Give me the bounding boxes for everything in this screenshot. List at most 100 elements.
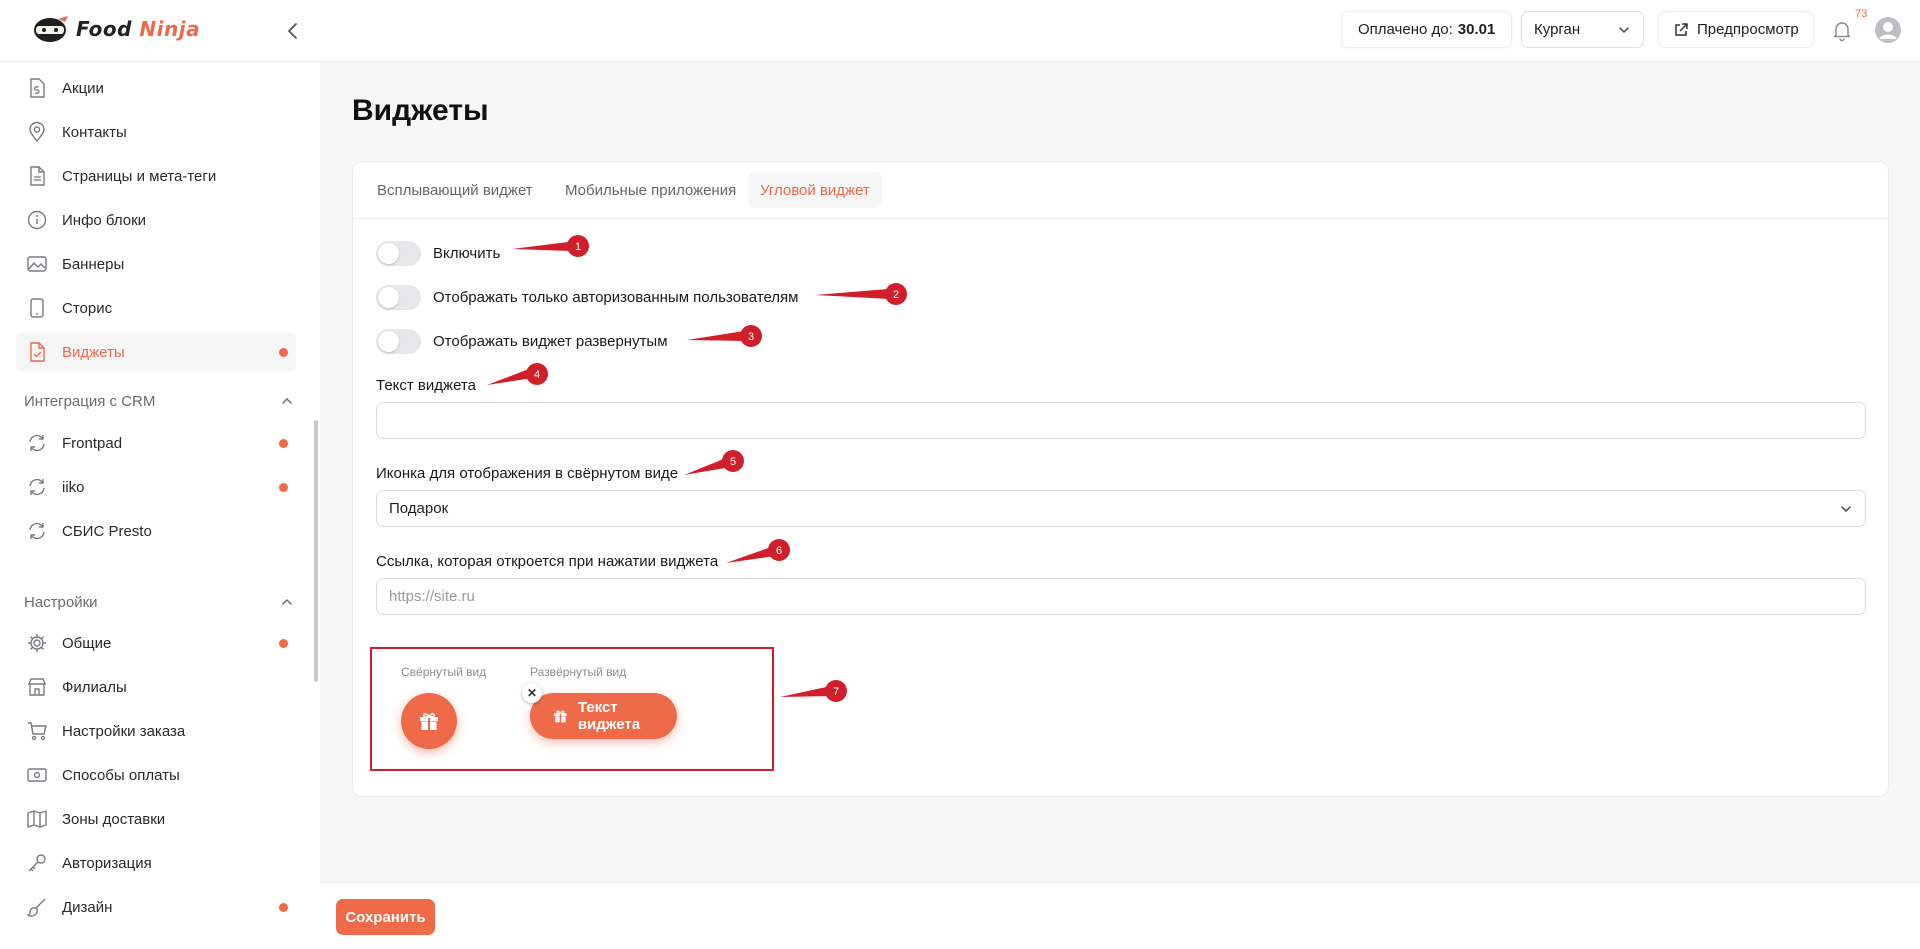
show-expanded-toggle[interactable]	[376, 329, 421, 354]
expanded-view-label: Развёрнутый вид	[530, 665, 627, 679]
sidebar-item-label: Филиалы	[62, 678, 127, 696]
sidebar-item-label: Способы оплаты	[62, 766, 180, 784]
sidebar-item-label: Общие	[62, 634, 112, 652]
sync-icon	[29, 434, 45, 452]
sidebar-scrollbar[interactable]	[314, 420, 318, 682]
avatar[interactable]	[1874, 16, 1902, 44]
tab-mobile-apps[interactable]: Мобильные приложения	[553, 172, 748, 208]
sidebar-item-widgets[interactable]: Виджеты	[16, 332, 296, 372]
notification-count-badge: 73	[1855, 8, 1868, 20]
sidebar-item-design[interactable]: Дизайн	[16, 887, 296, 927]
city-select[interactable]: Курган	[1521, 11, 1644, 48]
sync-icon	[29, 522, 45, 540]
sync-icon	[29, 478, 45, 496]
sidebar-item-order-settings[interactable]: Настройки заказа	[16, 711, 296, 751]
phone-icon	[30, 298, 44, 318]
sidebar-item-iiko[interactable]: iiko	[16, 467, 296, 507]
auth-only-toggle-label: Отображать только авторизованным пользов…	[433, 289, 799, 306]
info-icon	[27, 210, 47, 230]
sidebar-item-frontpad[interactable]: Frontpad	[16, 423, 296, 463]
document-icon	[30, 166, 45, 186]
crm-section-title: Интеграция с CRM	[24, 392, 156, 410]
widget-doc-icon	[30, 342, 45, 362]
chevron-down-icon	[1841, 505, 1851, 512]
logo[interactable]: Food Ninja	[30, 15, 200, 43]
expanded-widget-button[interactable]: Текст виджета	[530, 693, 677, 739]
store-icon	[27, 678, 47, 696]
sidebar-item-label: Инфо блоки	[62, 211, 147, 229]
status-dot	[279, 439, 288, 448]
auth-only-toggle[interactable]	[376, 285, 421, 310]
expanded-widget-text: Текст виджета	[577, 699, 641, 733]
tab-corner-widget[interactable]: Угловой виджет	[748, 172, 882, 208]
collapsed-widget-button[interactable]	[401, 693, 457, 749]
sidebar-item-authorization[interactable]: Авторизация	[16, 843, 296, 883]
icon-select-label: Иконка для отображения в свёрнутом виде	[376, 465, 679, 482]
sidebar-item-label: Авторизация	[62, 854, 152, 872]
paid-until-label: Оплачено до:	[1358, 21, 1453, 38]
sidebar-item-contacts[interactable]: Контакты	[16, 112, 296, 152]
status-dot	[279, 348, 288, 357]
tab-popup-widget[interactable]: Всплывающий виджет	[365, 172, 545, 208]
dollar-doc-icon	[30, 78, 45, 98]
sidebar-item-label: Акции	[62, 79, 104, 97]
brush-icon	[27, 898, 46, 917]
status-dot	[279, 903, 288, 912]
sidebar-item-banners[interactable]: Баннеры	[16, 244, 296, 284]
sidebar-item-general[interactable]: Общие	[16, 623, 296, 663]
tab-bar: Всплывающий виджет Мобильные приложения …	[353, 162, 1888, 219]
sidebar-item-label: Виджеты	[62, 343, 125, 361]
gift-icon	[554, 710, 567, 723]
gift-icon	[420, 713, 438, 730]
widget-text-input[interactable]	[376, 402, 1866, 439]
sidebar-item-label: Зоны доставки	[62, 810, 166, 828]
cart-icon	[28, 722, 47, 741]
close-icon[interactable]: ✕	[522, 683, 542, 703]
logo-word-food: Food	[76, 17, 132, 41]
map-pin-icon	[29, 121, 45, 143]
sidebar-item-label: Frontpad	[62, 434, 123, 452]
sidebar-item-label: iiko	[62, 478, 85, 496]
image-icon	[27, 256, 47, 272]
preview-label: Предпросмотр	[1697, 21, 1799, 38]
collapse-sidebar-button[interactable]	[280, 18, 306, 44]
sidebar-item-label: Дизайн	[62, 898, 113, 916]
sidebar-item-delivery-zones[interactable]: Зоны доставки	[16, 799, 296, 839]
save-button[interactable]: Сохранить	[336, 899, 435, 935]
icon-select[interactable]: Подарок	[376, 490, 1866, 527]
external-link-icon	[1675, 22, 1688, 36]
logo-word-ninja: Ninja	[139, 17, 201, 41]
key-icon	[28, 854, 46, 872]
sidebar-item-branches[interactable]: Филиалы	[16, 667, 296, 707]
link-label: Ссылка, которая откроется при нажатии ви…	[376, 553, 719, 570]
bottom-action-bar: Сохранить	[320, 882, 1920, 949]
link-input[interactable]	[376, 578, 1866, 615]
chevron-up-icon	[282, 397, 292, 404]
preview-button[interactable]: Предпросмотр	[1658, 11, 1814, 48]
page-title: Виджеты	[352, 94, 489, 127]
sidebar-item-pages-meta[interactable]: Страницы и мета-теги	[16, 156, 296, 196]
crm-section-header[interactable]: Интеграция с CRM	[24, 389, 294, 413]
sidebar: Акции Контакты Страницы и мета-теги Инфо…	[0, 62, 320, 949]
widget-settings-card: Всплывающий виджет Мобильные приложения …	[352, 161, 1889, 797]
map-icon	[27, 810, 47, 828]
sidebar-item-promotions[interactable]: Акции	[16, 68, 296, 108]
sidebar-item-label: Страницы и мета-теги	[62, 167, 217, 185]
enable-toggle[interactable]	[376, 241, 421, 266]
widget-text-label: Текст виджета	[376, 377, 476, 394]
sidebar-item-label: Настройки заказа	[62, 722, 186, 740]
sidebar-item-sbis-presto[interactable]: СБИС Presto	[16, 511, 296, 551]
sidebar-item-label: Сторис	[62, 299, 113, 317]
icon-select-value: Подарок	[389, 500, 449, 517]
widget-preview-area: Свёрнутый вид Развёрнутый вид ✕ Текст ви…	[370, 647, 774, 771]
paid-until-badge: Оплачено до: 30.01	[1341, 11, 1513, 48]
sidebar-item-stories[interactable]: Сторис	[16, 288, 296, 328]
top-bar: Food Ninja Оплачено до: 30.01 Курган Пред…	[0, 0, 1920, 62]
cash-icon	[27, 768, 47, 782]
sidebar-item-info-blocks[interactable]: Инфо блоки	[16, 200, 296, 240]
sidebar-item-payment-methods[interactable]: Способы оплаты	[16, 755, 296, 795]
paid-until-date: 30.01	[1457, 21, 1496, 38]
sidebar-item-label: СБИС Presto	[62, 522, 152, 540]
notifications-button[interactable]	[1830, 18, 1854, 42]
settings-section-header[interactable]: Настройки	[24, 590, 294, 614]
